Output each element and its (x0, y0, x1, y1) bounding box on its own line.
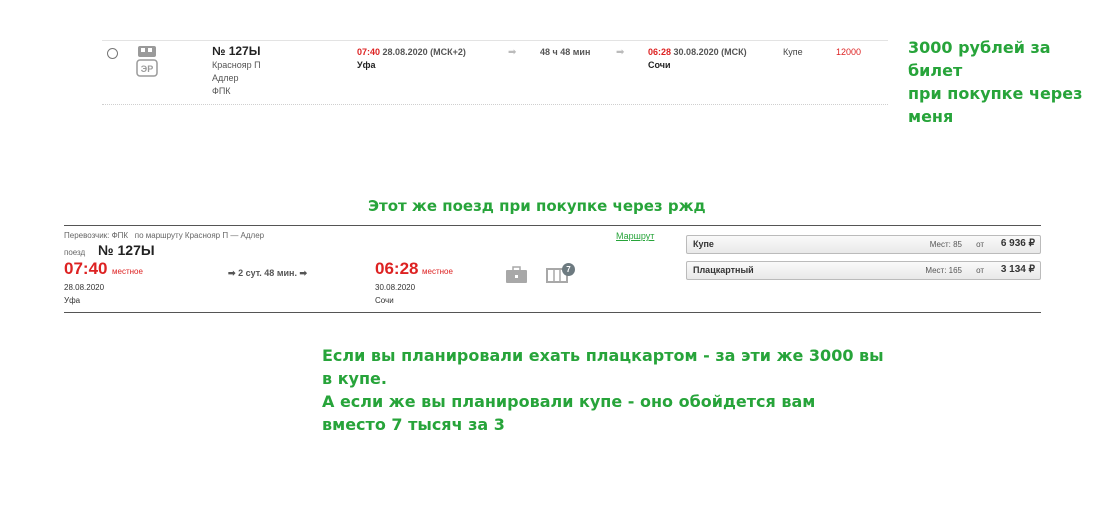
fare-platskart-button[interactable]: Плацкартный Мест: 165 от 3 134 ₽ (686, 261, 1041, 280)
rzd-departure-city: Уфа (64, 296, 81, 305)
local-label: местное (422, 267, 453, 276)
arrow-right-icon: ➡ (616, 47, 625, 58)
departure: 07:40 28.08.2020 (МСК+2) (357, 47, 466, 57)
local-label: местное (112, 267, 143, 276)
note-bottom: Если вы планировали ехать плацкартом - з… (322, 344, 884, 436)
rzd-arrival-city: Сочи (375, 296, 394, 305)
fare-from: от (976, 266, 984, 275)
note-middle: Этот же поезд при покупке через ржд (368, 197, 706, 215)
select-radio[interactable] (107, 48, 118, 59)
rzd-departure-time: 07:40 (64, 259, 108, 278)
fare-seats: Мест: 165 (925, 266, 962, 275)
note-bottom-line: А если же вы планировали купе - оно обой… (322, 392, 816, 411)
rzd-arrival-date: 30.08.2020 (375, 283, 416, 292)
rzd-carrier: Перевозчик: ФПК по маршруту Краснояр П —… (64, 231, 264, 240)
route-link[interactable]: Маршрут (616, 231, 654, 241)
fare-from: от (976, 240, 984, 249)
arrival-date: 30.08.2020 (МСК) (673, 47, 747, 57)
rzd-duration: 2 сут. 48 мин. (238, 268, 297, 278)
note-bottom-line: в купе. (322, 369, 387, 388)
note-top-line: меня (908, 107, 954, 126)
arrival-time: 06:28 (648, 47, 672, 57)
car-class: Купе (783, 47, 803, 57)
fare-price: 3 134 ₽ (1000, 264, 1035, 275)
car-count-badge: 7 (562, 263, 575, 276)
rzd-arrival-time: 06:28 (375, 259, 419, 278)
rzd-train-number: № 127Ы (98, 242, 155, 258)
carrier-label: Перевозчик: ФПК (64, 231, 129, 240)
arrival: 06:28 30.08.2020 (МСК) (648, 47, 747, 57)
route-destination: Адлер (212, 73, 239, 83)
price: 12000 (836, 47, 862, 57)
arrow-right-icon: ➡ (299, 268, 308, 278)
rzd-departure-date: 28.08.2020 (64, 283, 105, 292)
rzd-duration-row: ➡ 2 сут. 48 мин. ➡ (228, 268, 307, 279)
divider (64, 312, 1041, 313)
train-label: поезд (64, 248, 86, 257)
arrival-city: Сочи (648, 60, 671, 70)
fare-label: Плацкартный (693, 265, 754, 275)
fare-coupe-button[interactable]: Купе Мест: 85 от 6 936 ₽ (686, 235, 1041, 254)
arrow-right-icon: ➡ (508, 47, 517, 58)
departure-time: 07:40 (357, 47, 381, 57)
route-origin: Краснояр П (212, 60, 261, 70)
note-top-line: при покупке через (908, 84, 1083, 103)
note-top-line: 3000 рублей за билет (908, 38, 1051, 80)
fare-seats: Мест: 85 (929, 240, 962, 249)
arrow-right-icon: ➡ (228, 268, 236, 278)
departure-city: Уфа (357, 60, 376, 70)
note-bottom-line: Если вы планировали ехать плацкартом - з… (322, 346, 884, 365)
train-number: № 127Ы (212, 44, 261, 58)
fare-price: 6 936 ₽ (1000, 238, 1035, 249)
duration: 48 ч 48 мин (540, 47, 591, 57)
note-top: 3000 рублей за билет при покупке через м… (908, 36, 1096, 128)
divider (64, 225, 1041, 226)
departure-date: 28.08.2020 (МСК+2) (382, 47, 466, 57)
carrier: ФПК (212, 86, 231, 96)
luggage-icon (505, 266, 528, 284)
note-bottom-line: вместо 7 тысяч за 3 (322, 415, 505, 434)
route-label: по маршруту Краснояр П — Адлер (134, 231, 265, 240)
fare-label: Купе (693, 239, 714, 249)
er-badge: ЭР (141, 64, 153, 74)
train-icon: ЭР (136, 44, 158, 78)
